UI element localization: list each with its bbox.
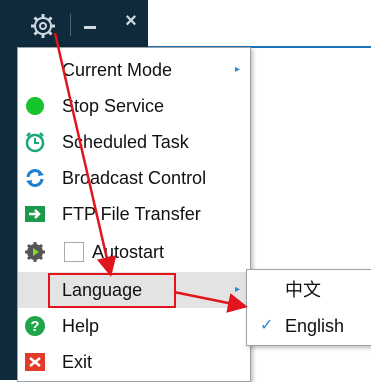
title-bar: × — [0, 0, 148, 48]
menu-item-label: Current Mode — [62, 60, 173, 80]
menu-item-scheduled-task[interactable]: Scheduled Task — [18, 124, 250, 160]
menu-item-label: Broadcast Control — [62, 168, 207, 188]
language-option-chinese[interactable]: 中文 — [247, 272, 371, 308]
close-button[interactable]: × — [122, 10, 140, 32]
minimize-icon[interactable] — [84, 26, 96, 29]
chevron-right-icon: ▸ — [234, 284, 240, 295]
language-option-label: English — [285, 316, 345, 336]
autostart-checkbox[interactable] — [64, 242, 84, 262]
menu-item-label: Scheduled Task — [62, 132, 189, 152]
alarm-clock-icon — [25, 132, 45, 153]
language-submenu: 中文 ✓ English — [246, 269, 371, 346]
menu-item-label: Exit — [62, 352, 93, 372]
title-separator — [70, 14, 71, 36]
menu-item-label: Stop Service — [62, 96, 165, 116]
menu-item-autostart[interactable]: Autostart — [18, 234, 250, 270]
menu-item-ftp-file-transfer[interactable]: FTP File Transfer — [18, 196, 250, 232]
menu-item-language[interactable]: Language ▸ — [18, 272, 250, 308]
gear-play-icon — [25, 242, 45, 262]
exit-icon — [25, 353, 45, 371]
menu-item-label: Help — [62, 316, 100, 336]
menu-item-stop-service[interactable]: Stop Service — [18, 88, 250, 124]
checkmark-icon: ✓ — [260, 317, 274, 334]
ftp-arrow-icon — [25, 206, 45, 222]
context-menu: Current Mode ▸ Stop Service Scheduled Ta… — [17, 47, 251, 382]
language-option-english[interactable]: ✓ English — [247, 308, 371, 344]
menu-item-current-mode[interactable]: Current Mode ▸ — [18, 52, 250, 88]
gear-icon[interactable] — [30, 13, 56, 39]
menu-item-label: Autostart — [92, 242, 165, 262]
menu-item-label: FTP File Transfer — [62, 204, 201, 224]
menu-item-label: Language — [62, 280, 143, 300]
menu-item-help[interactable]: ? Help — [18, 308, 250, 344]
menu-item-exit[interactable]: Exit — [18, 344, 250, 380]
language-option-label: 中文 — [285, 280, 321, 300]
refresh-icon — [26, 169, 44, 187]
svg-text:?: ? — [30, 318, 39, 335]
green-dot-icon — [26, 97, 44, 115]
help-icon: ? — [25, 316, 45, 336]
chevron-right-icon: ▸ — [234, 64, 240, 75]
menu-item-broadcast-control[interactable]: Broadcast Control — [18, 160, 250, 196]
